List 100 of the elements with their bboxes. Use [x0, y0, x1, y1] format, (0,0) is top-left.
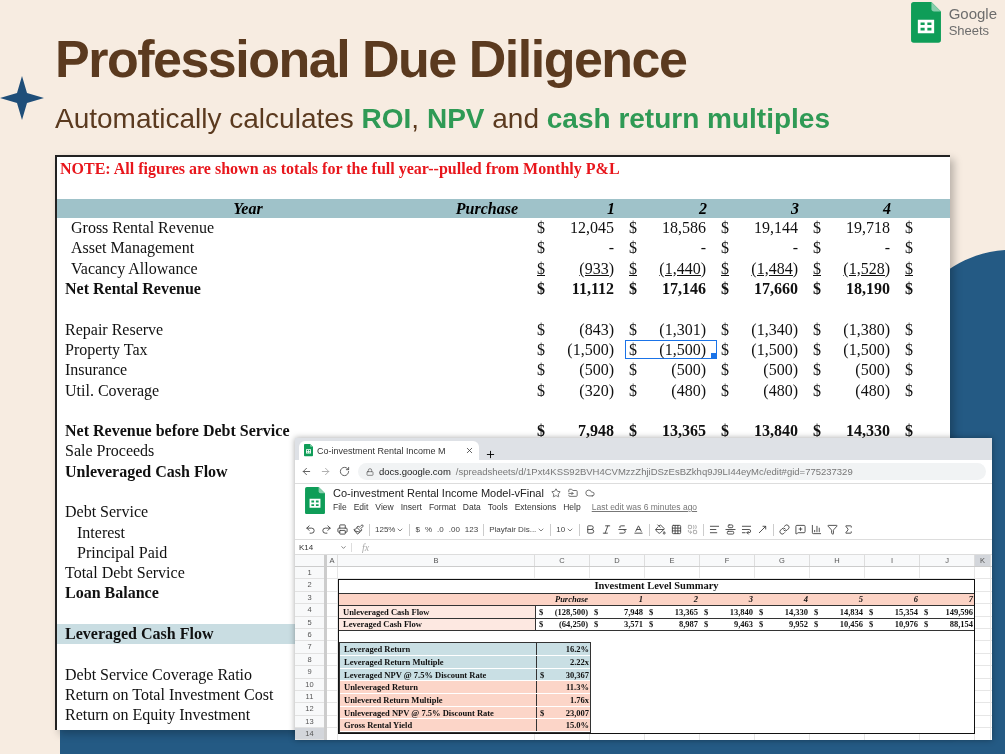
menu-item[interactable]: File	[333, 502, 347, 512]
wrap-text-icon[interactable]	[741, 524, 753, 535]
row-label: Total Debt Service	[64, 564, 185, 583]
metric-value: 11.3%	[565, 682, 590, 693]
bold-icon[interactable]	[585, 524, 597, 535]
table-cell-text: $ (500)	[628, 360, 707, 380]
spreadsheet-logo-icon	[910, 2, 941, 43]
row-label: Principal Paid	[76, 543, 168, 562]
metric-label: Leveraged Return Multiple	[340, 656, 537, 668]
comment-icon[interactable]	[795, 524, 807, 535]
table-cell-text: $	[904, 340, 914, 360]
diagonal-arrow-icon[interactable]	[757, 524, 769, 535]
back-arrow-icon[interactable]	[301, 466, 312, 477]
cloud-icon[interactable]	[584, 488, 595, 498]
column-header: 3	[790, 199, 800, 218]
cell-reference[interactable]: K14	[299, 542, 352, 552]
menu-item[interactable]: Extensions	[514, 502, 557, 512]
link-icon[interactable]	[779, 524, 791, 535]
reload-icon[interactable]	[339, 466, 350, 477]
table-cell-text: $ (843)	[536, 320, 615, 340]
row-label: Loan Balance	[64, 584, 159, 603]
table-cell-text: $ 14,834	[813, 606, 864, 617]
format-button[interactable]: %	[424, 525, 433, 534]
row-label: Leveraged Cash Flow	[64, 625, 214, 644]
metric-label: Unlevered Return Multiple	[340, 694, 537, 706]
align-left-icon[interactable]	[709, 524, 721, 535]
strikethrough-icon[interactable]	[617, 524, 629, 535]
table-cell: $ (1,500)	[625, 340, 717, 360]
column-header: 2	[698, 199, 708, 218]
address-path: /spreadsheets/d/1Pxt4KSS92BVH4CVMzzZhjiDSzEsBZkhq9J9LI44eyMc/edit#gid=775237329	[455, 466, 853, 477]
table-cell-text: $	[904, 360, 914, 380]
metric-value: 16.2%	[564, 644, 590, 655]
table-cell-text: $ (1,340)	[720, 320, 799, 340]
borders-icon[interactable]	[671, 524, 683, 535]
table-cell-text: $ 19,718	[812, 218, 891, 238]
menu-item[interactable]: Insert	[400, 502, 422, 512]
paint-bucket-icon[interactable]	[655, 524, 667, 535]
menu-item[interactable]: Edit	[353, 502, 369, 512]
format-button[interactable]: $	[415, 525, 420, 534]
row-label: Debt Service Coverage Ratio	[64, 665, 253, 684]
menu-item[interactable]: Format	[428, 502, 456, 512]
caret-icon	[340, 543, 347, 551]
star-icon[interactable]	[550, 488, 561, 498]
formula-label: fx	[362, 541, 370, 553]
table-cell-text: $ 17,660	[720, 279, 799, 299]
menu-item[interactable]: View	[375, 502, 394, 512]
table-cell-text: $	[904, 259, 914, 279]
chart-icon[interactable]	[811, 524, 823, 535]
last-edit-link[interactable]: Last edit was 6 minutes ago	[591, 502, 698, 512]
table-cell-text: $ -	[536, 238, 615, 258]
filter-icon[interactable]	[827, 524, 839, 535]
font-dropdown[interactable]: Playfair Dis...	[489, 525, 546, 534]
plus-icon[interactable]	[485, 449, 496, 460]
close-icon[interactable]	[465, 446, 474, 455]
table-cell-text: $ (1,301)	[628, 320, 707, 340]
format-button[interactable]: .0	[437, 525, 444, 534]
metric-label: Gross Rental Yield	[340, 719, 537, 732]
table-cell-text: $ (480)	[628, 381, 707, 400]
column-header: 1	[637, 594, 644, 605]
table-cell-text: $ (1,380)	[812, 320, 891, 340]
table-cell-text: $ -	[720, 238, 799, 258]
undo-icon[interactable]	[305, 524, 316, 535]
format-button[interactable]: 123	[464, 525, 479, 534]
column-header: Purchase	[454, 199, 518, 218]
redo-icon[interactable]	[321, 524, 332, 535]
browser-tab[interactable]: Co-investment Rental Income M	[299, 441, 479, 460]
table-cell-text: $ (320)	[536, 381, 615, 400]
menu-item[interactable]: Data	[462, 502, 481, 512]
text-color-icon[interactable]	[633, 524, 645, 535]
row-label: Sale Proceeds	[64, 442, 155, 461]
row-label: Debt Service	[64, 503, 149, 522]
column-header: 2	[692, 594, 699, 605]
column-header: 7	[967, 594, 974, 605]
row-label: Asset Management	[70, 239, 195, 258]
table-cell-text: $	[904, 381, 914, 400]
sigma-icon[interactable]	[843, 524, 855, 535]
table-cell-text: $ 12,045	[536, 218, 615, 238]
menu-item[interactable]: Help	[563, 502, 581, 512]
table-cell-text: $ (1,440)	[628, 259, 707, 279]
column-header: Year	[232, 199, 264, 218]
brand-product: Sheets	[948, 23, 991, 40]
metric-value: 1.76x	[568, 694, 590, 705]
column-header: Purchase	[553, 594, 589, 605]
metric-value: $ 23,007	[539, 707, 590, 718]
folder-icon[interactable]	[567, 488, 578, 498]
document-title[interactable]: Co-investment Rental Income Model-vFinal	[333, 487, 544, 499]
table-title: Investment Level Summary	[593, 580, 720, 593]
italic-icon[interactable]	[601, 524, 613, 535]
format-button[interactable]: .00	[448, 525, 460, 534]
printer-icon[interactable]	[337, 524, 348, 535]
table-cell-text: $ 14,330	[812, 421, 891, 441]
row-label: Util. Coverage	[64, 381, 160, 400]
zoom-dropdown[interactable]: 125%	[375, 525, 405, 534]
menu-item[interactable]: Tools	[487, 502, 508, 512]
table-cell-text: $ (1,484)	[720, 259, 799, 279]
table-cell-text: $ (933)	[536, 259, 615, 279]
address-field[interactable]: docs.google.com /spreadsheets/d/1Pxt4KSS92BVH4CVMzzZhjiDSzEsBZkhq9J9LI44eyMc/edit#gid=775237329	[358, 463, 986, 480]
row-label: Return on Total Investment Cost	[64, 685, 274, 704]
font-size-dropdown[interactable]: 10	[556, 525, 575, 534]
vertical-align-icon[interactable]	[725, 524, 737, 535]
